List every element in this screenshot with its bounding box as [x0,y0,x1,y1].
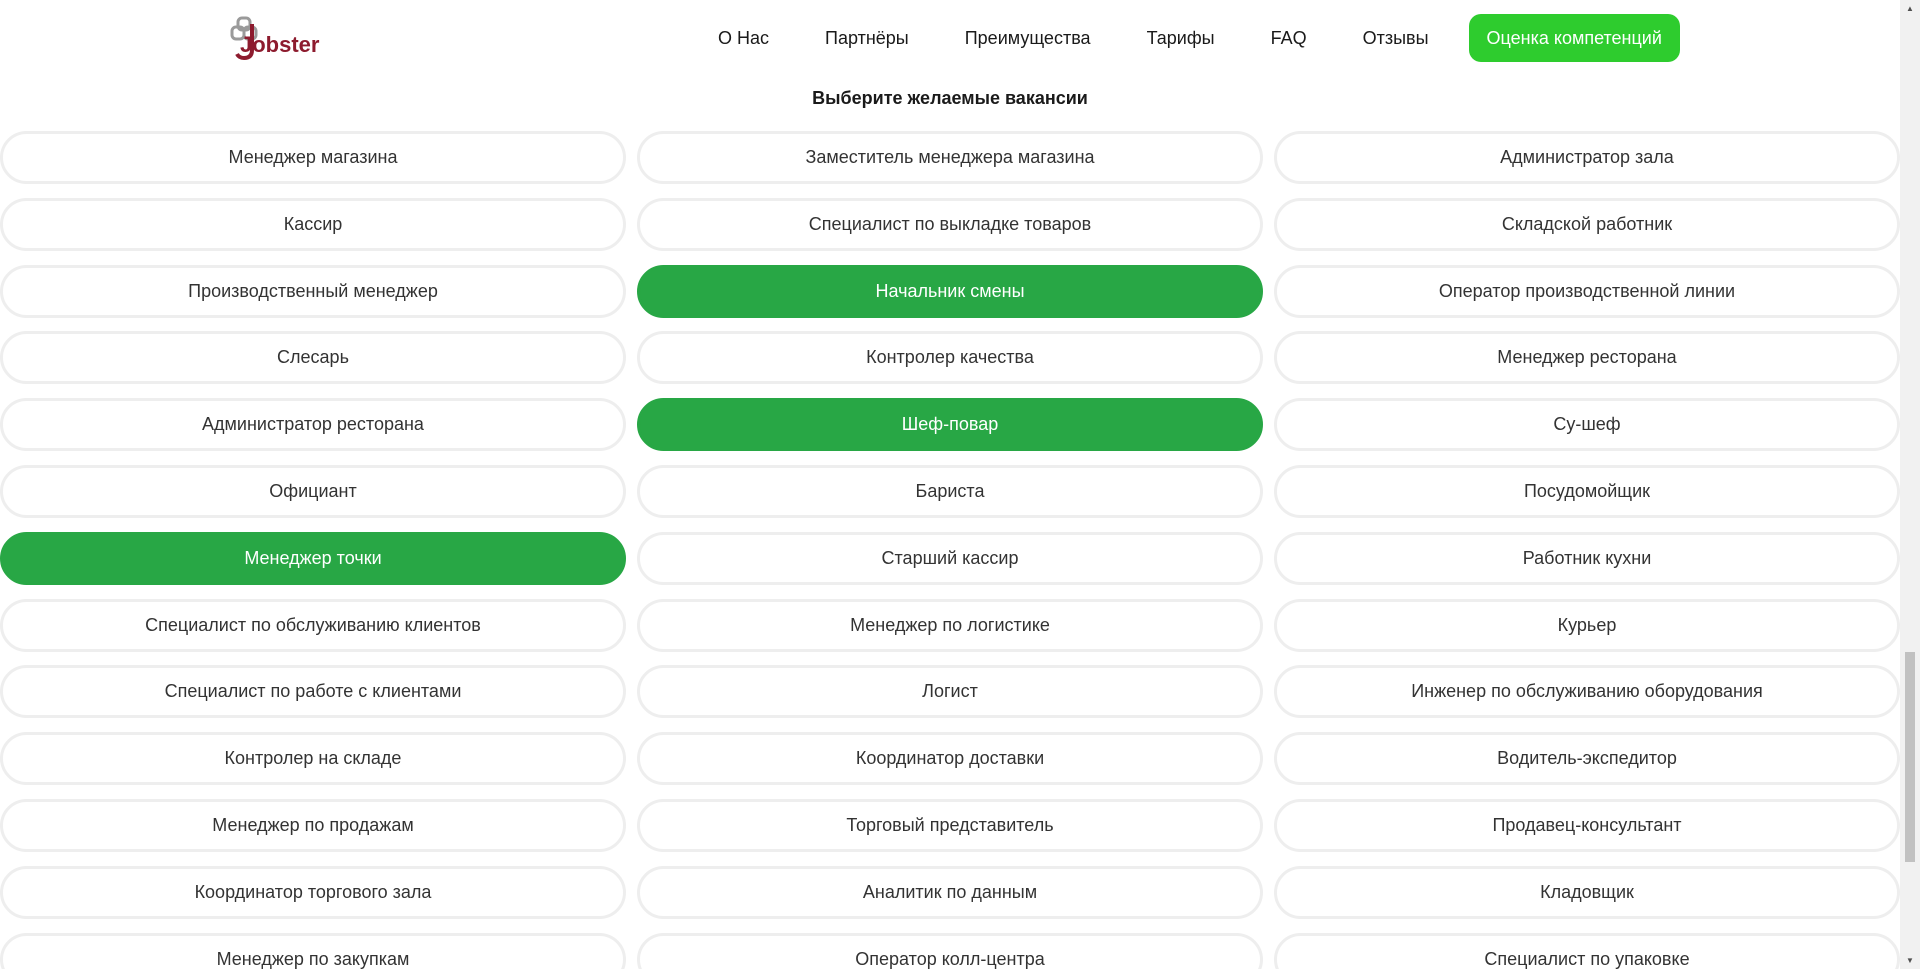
section-title: Выберите желаемые вакансии [812,88,1088,108]
vacancy-option[interactable]: Начальник смены [637,264,1263,318]
vacancy-option[interactable]: Оператор производственной линии [1274,264,1900,318]
vacancy-option[interactable]: Администратор ресторана [0,398,626,452]
scroll-thumb[interactable] [1905,652,1915,862]
vacancy-option[interactable]: Контролер на складе [0,732,626,786]
vacancy-option[interactable]: Менеджер по логистике [637,598,1263,652]
vacancy-option[interactable]: Координатор доставки [637,732,1263,786]
vacancy-option[interactable]: Производственный менеджер [0,264,626,318]
vacancy-option[interactable]: Администратор зала [1274,131,1900,184]
nav-link-about[interactable]: О Нас [690,28,797,49]
vacancy-option[interactable]: Менеджер по продажам [0,798,626,852]
vacancy-option[interactable]: Аналитик по данным [637,865,1263,919]
vacancy-option[interactable]: Су-шеф [1274,398,1900,452]
logo-text: Jobster [240,32,320,57]
vacancy-option[interactable]: Заместитель менеджера магазина [637,131,1263,184]
vacancy-option[interactable]: Шеф-повар [637,398,1263,452]
vacancy-option[interactable]: Контролер качества [637,331,1263,385]
vacancy-option[interactable]: Работник кухни [1274,531,1900,585]
vacancy-option[interactable]: Торговый представитель [637,798,1263,852]
scroll-up-arrow-icon[interactable]: ▲ [1900,0,1920,17]
nav-link-advantages[interactable]: Преимущества [937,28,1119,49]
vacancy-option[interactable]: Складской работник [1274,197,1900,251]
nav-link-partners[interactable]: Партнёры [797,28,937,49]
nav-link-faq[interactable]: FAQ [1243,28,1335,49]
vacancy-option[interactable]: Менеджер магазина [0,131,626,184]
vacancy-option[interactable]: Специалист по упаковке [1274,932,1900,969]
logo[interactable]: Jobster [228,16,326,62]
page: Jobster О Нас Партнёры Преимущества Тари… [0,0,1920,969]
vacancy-option[interactable]: Специалист по обслуживанию клиентов [0,598,626,652]
vacancy-option[interactable]: Продавец-консультант [1274,798,1900,852]
vacancy-option[interactable]: Курьер [1274,598,1900,652]
vacancy-option[interactable]: Менеджер ресторана [1274,331,1900,385]
vacancy-option[interactable]: Слесарь [0,331,626,385]
nav-link-pricing[interactable]: Тарифы [1119,28,1243,49]
vacancy-option[interactable]: Логист [637,665,1263,719]
vacancy-option[interactable]: Координатор торгового зала [0,865,626,919]
nav-link-reviews[interactable]: Отзывы [1335,28,1457,49]
vacancy-option[interactable]: Менеджер точки [0,531,626,585]
scroll-down-arrow-icon[interactable]: ▼ [1900,952,1920,969]
main-nav: О Нас Партнёры Преимущества Тарифы FAQ О… [690,14,1680,62]
vacancy-option[interactable]: Бариста [637,464,1263,518]
vacancy-grid: Менеджер магазина Заместитель менеджера м… [0,131,1900,969]
vacancy-option[interactable]: Оператор колл-центра [637,932,1263,969]
vacancy-option[interactable]: Кассир [0,197,626,251]
vacancy-option[interactable]: Официант [0,464,626,518]
competency-assessment-button[interactable]: Оценка компетенций [1468,14,1680,62]
vacancy-option[interactable]: Посудомойщик [1274,464,1900,518]
vacancy-option[interactable]: Менеджер по закупкам [0,932,626,969]
scrollbar[interactable]: ▲ ▼ [1900,0,1920,969]
header: Jobster О Нас Партнёры Преимущества Тари… [0,0,1900,76]
vacancy-option[interactable]: Кладовщик [1274,865,1900,919]
vacancy-option[interactable]: Водитель-экспедитор [1274,732,1900,786]
vacancy-option[interactable]: Инженер по обслуживанию оборудования [1274,665,1900,719]
vacancy-option[interactable]: Старший кассир [637,531,1263,585]
vacancy-option[interactable]: Специалист по работе с клиентами [0,665,626,719]
vacancy-option[interactable]: Специалист по выкладке товаров [637,197,1263,251]
